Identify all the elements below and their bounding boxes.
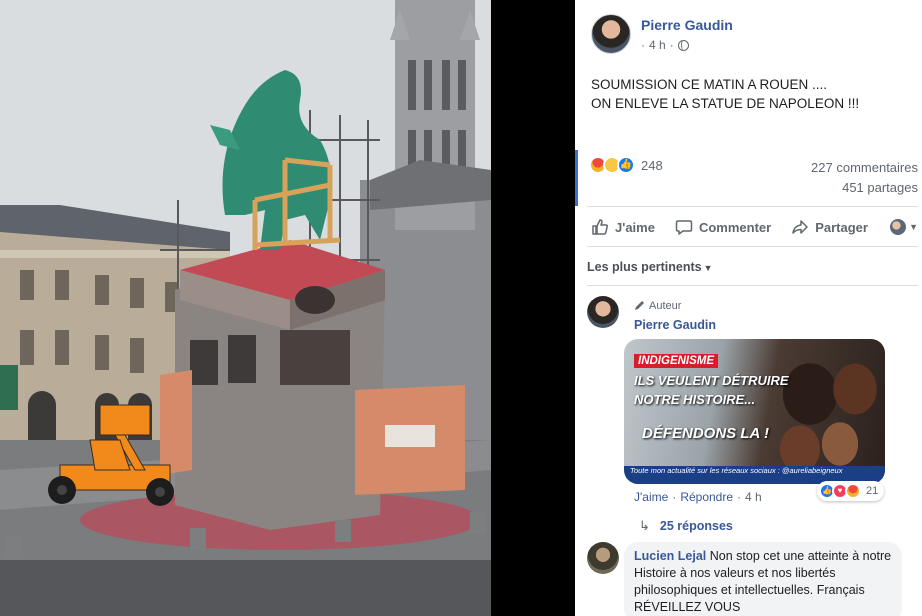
author-badge-label: Auteur <box>649 300 682 312</box>
caret-down-icon: ▼ <box>909 222 918 232</box>
comment-author-avatar[interactable] <box>587 296 619 328</box>
comment-image[interactable]: INDIGENISME ILS VEULENT DÉTRUIRE NOTRE H… <box>624 339 885 484</box>
meme-faces-image <box>770 339 885 484</box>
viewer-backdrop <box>491 0 575 616</box>
view-replies-link[interactable]: ↳ 25 réponses <box>639 518 733 534</box>
reactions-summary[interactable]: 👍 248 <box>589 156 663 174</box>
globe-icon[interactable] <box>677 39 689 51</box>
author-badge: Auteur <box>633 300 681 312</box>
meme-headline-2: NOTRE HISTOIRE... <box>634 392 756 407</box>
post-author-name[interactable]: Pierre Gaudin <box>641 17 733 33</box>
post-side-panel: Pierre Gaudin · 4 h · SOUMISSION CE MATI… <box>575 0 922 616</box>
post-text-line: ON ENLEVE LA STATUE DE NAPOLEON !!! <box>591 96 860 111</box>
meme-headline-1: ILS VEULENT DÉTRUIRE <box>634 373 789 388</box>
post-stats: 227 commentaires 451 partages <box>811 158 918 198</box>
pencil-icon <box>635 301 644 310</box>
post-meta: · 4 h · <box>641 38 689 52</box>
meme-headline-3: DÉFENDONS LA ! <box>642 425 769 442</box>
share-button[interactable]: Partager <box>791 218 868 236</box>
angry-reaction-icon <box>845 483 861 499</box>
comment-sort-dropdown[interactable]: Les plus pertinents ▼ <box>587 260 713 274</box>
statue-scene-image <box>0 0 491 616</box>
comment-like-link[interactable]: J'aime <box>634 490 668 504</box>
comment-time[interactable]: 4 h <box>745 490 762 504</box>
divider <box>587 246 918 247</box>
meme-banner-text: Toute mon actualité sur les réseaux soci… <box>630 466 843 475</box>
profile-mini-avatar <box>890 219 907 235</box>
comment-sort-label: Les plus pertinents <box>587 260 702 274</box>
dot-separator: · <box>641 38 645 52</box>
shares-count-link[interactable]: 451 partages <box>811 178 918 198</box>
reactions-count: 248 <box>641 157 663 173</box>
share-button-label: Partager <box>815 219 868 235</box>
comment-author-name[interactable]: Lucien Lejal <box>634 549 706 563</box>
comment-reply-link[interactable]: Répondre <box>680 490 733 504</box>
comments-count-link[interactable]: 227 commentaires <box>811 158 918 178</box>
replies-count-label: 25 réponses <box>659 519 733 533</box>
comment-author-name[interactable]: Pierre Gaudin <box>634 318 716 332</box>
like-button-label: J'aime <box>615 219 655 235</box>
caret-down-icon: ▼ <box>703 263 713 273</box>
reaction-identity-selector[interactable]: ▼ <box>890 219 918 235</box>
post-actions-bar: J'aime Commenter Partager ▼ <box>591 216 918 238</box>
comment-button[interactable]: Commenter <box>675 218 771 236</box>
comment-bubble: Lucien Lejal Non stop cet une atteinte à… <box>624 542 902 616</box>
like-reaction-icon: 👍 <box>617 156 635 174</box>
dot-separator: · <box>669 38 674 52</box>
comment-author-avatar[interactable] <box>587 542 619 574</box>
meme-tag: INDIGENISME <box>634 354 719 368</box>
comment-reaction-count: 21 <box>866 485 879 497</box>
comment-actions: J'aime · Répondre · 4 h <box>634 490 762 504</box>
comment-bubble-icon <box>675 220 693 235</box>
author-avatar[interactable] <box>591 14 631 54</box>
post-text: SOUMISSION CE MATIN A ROUEN .... ON ENLE… <box>591 75 911 113</box>
dot-separator: · <box>737 490 742 504</box>
divider <box>587 285 918 286</box>
post-time[interactable]: 4 h <box>649 38 666 52</box>
share-arrow-icon <box>792 220 808 234</box>
comment-button-label: Commenter <box>698 219 772 235</box>
scroll-indicator <box>575 150 578 206</box>
comment-reactions[interactable]: 👍 ♥ 21 <box>817 481 885 501</box>
dot-separator: · <box>672 490 677 504</box>
divider <box>587 206 918 207</box>
post-photo[interactable] <box>0 0 491 616</box>
thumbs-up-icon <box>592 219 608 235</box>
post-text-line: SOUMISSION CE MATIN A ROUEN .... <box>591 77 828 92</box>
like-button[interactable]: J'aime <box>591 218 655 236</box>
reply-arrow-icon: ↳ <box>639 518 650 533</box>
